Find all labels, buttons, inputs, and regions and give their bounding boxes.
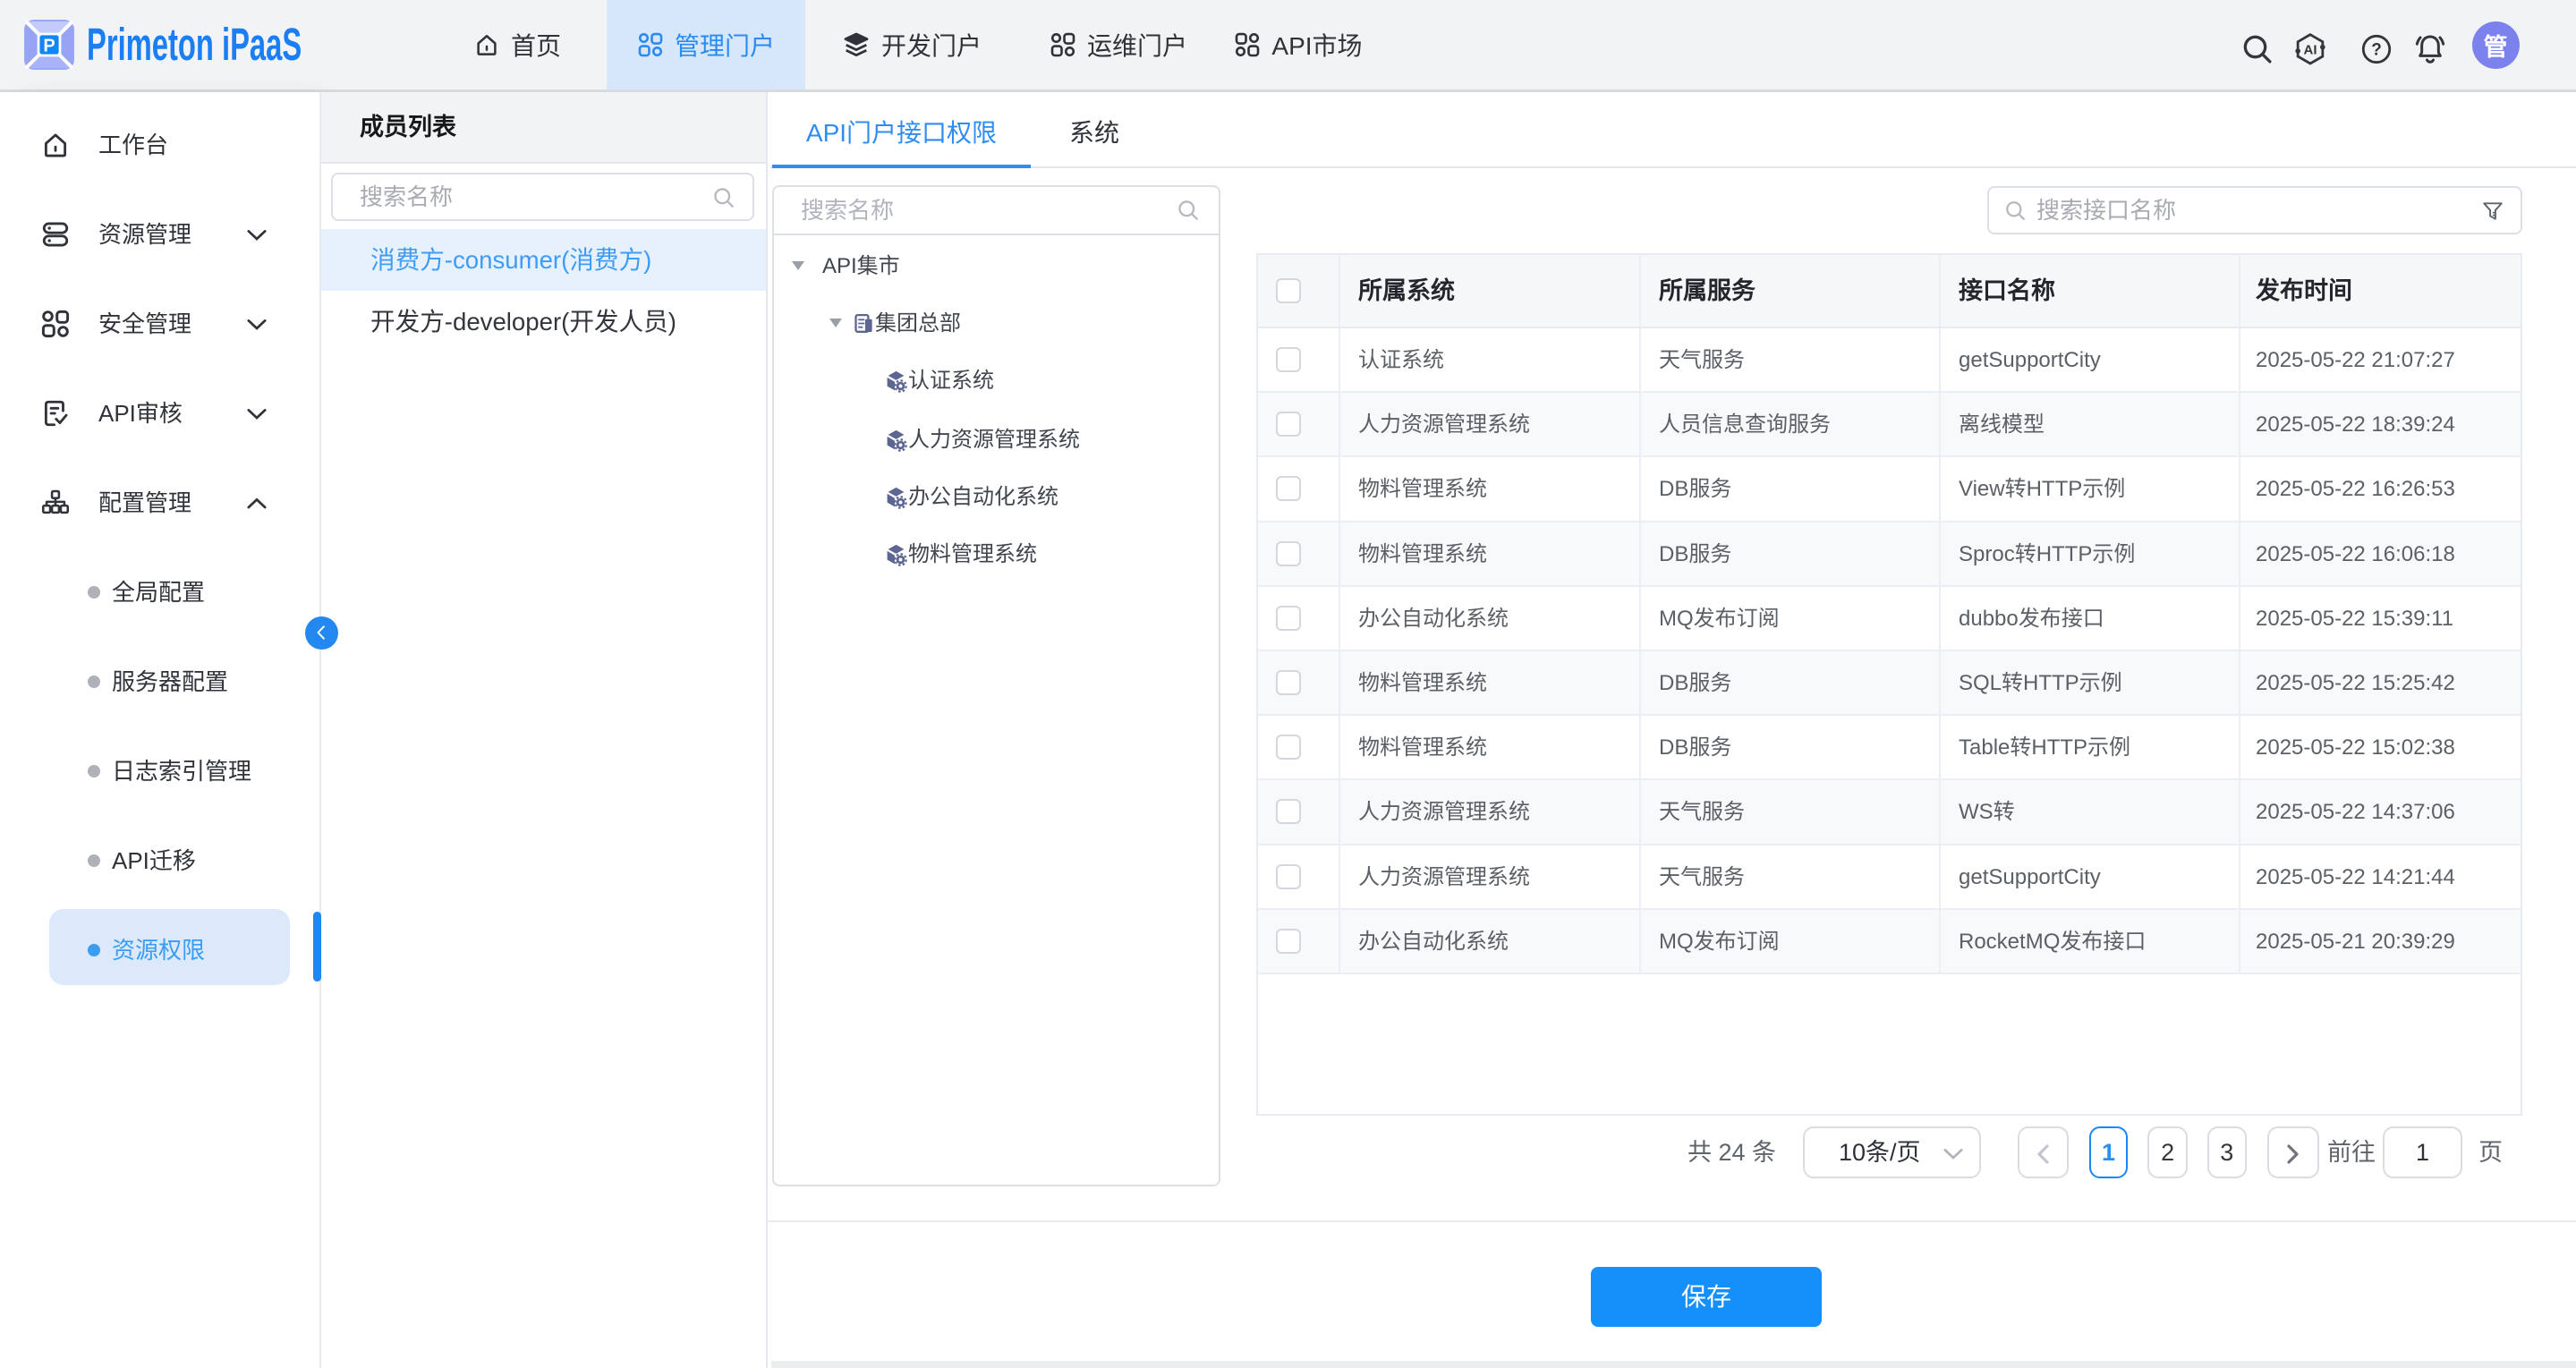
svg-text:?: ? — [2371, 41, 2382, 60]
svg-text:P: P — [43, 37, 55, 56]
svg-text:AI: AI — [2304, 43, 2317, 58]
